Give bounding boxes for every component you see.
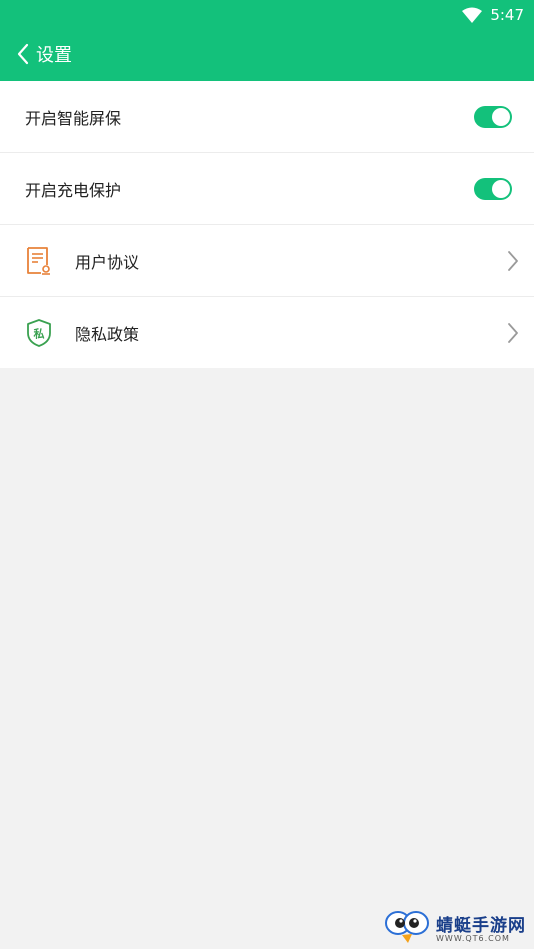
user-agreement-label: 用户协议 (75, 252, 140, 272)
dragonfly-logo-icon (385, 911, 429, 943)
status-time: 5:47 (490, 6, 524, 24)
site-watermark: 蜻蜓手游网 WWW.QT6.COM (384, 909, 526, 945)
status-bar: 5:47 (462, 4, 524, 26)
chevron-left-icon[interactable] (14, 42, 32, 66)
settings-list: 开启智能屏保 开启充电保护 用户协议 私 隐私政策 (0, 81, 534, 368)
wifi-icon (462, 7, 483, 23)
charging-protection-toggle[interactable] (474, 177, 512, 200)
privacy-policy-label: 隐私政策 (75, 324, 140, 344)
user-agreement-item[interactable]: 用户协议 (0, 225, 534, 297)
page-title: 设置 (36, 45, 72, 66)
watermark-name: 蜻蜓手游网 (436, 916, 526, 936)
chevron-right-icon (508, 322, 518, 343)
title-bar: 设置 (14, 40, 72, 68)
setting-charging-protection: 开启充电保护 (0, 153, 534, 225)
setting-smart-screensaver: 开启智能屏保 (0, 81, 534, 153)
privacy-shield-icon: 私 (27, 318, 51, 347)
app-header: 5:47 设置 (0, 0, 534, 81)
smart-screensaver-toggle[interactable] (474, 105, 512, 128)
toggle-knob (492, 107, 510, 126)
setting-label: 开启充电保护 (25, 180, 122, 200)
privacy-icon-glyph: 私 (34, 326, 45, 340)
document-icon (27, 246, 50, 275)
watermark-url: WWW.QT6.COM (436, 934, 510, 943)
privacy-policy-item[interactable]: 私 隐私政策 (0, 297, 534, 368)
setting-label: 开启智能屏保 (25, 108, 122, 128)
toggle-knob (492, 179, 510, 198)
chevron-right-icon (508, 250, 518, 271)
